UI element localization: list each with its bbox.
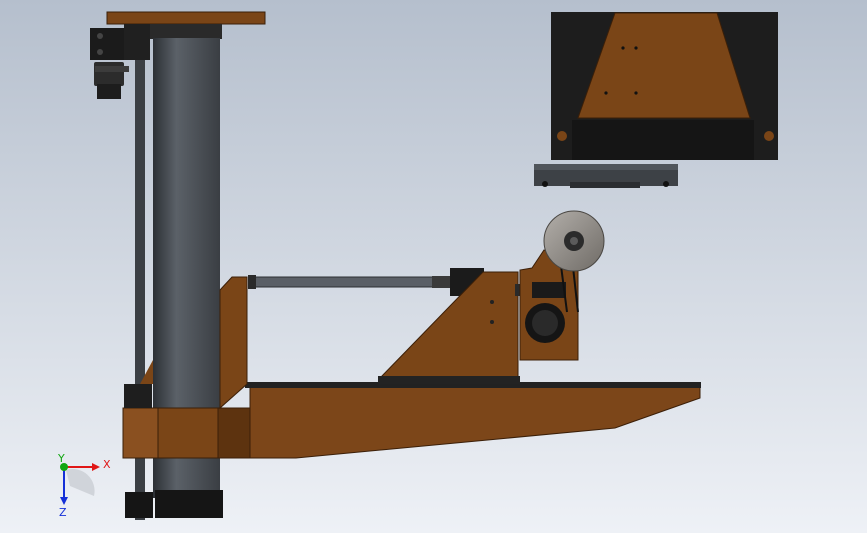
motor-flange (124, 24, 150, 60)
y-axis-label: Y (57, 452, 65, 465)
disc-spindle (570, 237, 578, 245)
bolt (490, 300, 494, 304)
bolt (490, 320, 494, 324)
tray-foot (542, 181, 548, 187)
collector-tray-top (534, 164, 678, 170)
x-axis-label: X (103, 458, 111, 471)
base-block-front (122, 407, 159, 459)
rod-base-block (125, 492, 153, 518)
rod-end-left (248, 275, 256, 289)
collector-slots (570, 182, 640, 188)
bolt (604, 91, 608, 95)
motor-body (97, 84, 121, 99)
bolt (634, 46, 638, 50)
head-motor-hub (532, 310, 558, 336)
wedge-foot (378, 376, 520, 384)
rod-coupler (432, 276, 452, 288)
base-block-dark (217, 407, 251, 459)
tray-foot (663, 181, 669, 187)
bolt (634, 91, 638, 95)
hood-wheel (764, 131, 774, 141)
base-block-mid (157, 407, 219, 459)
motor-bolt (97, 33, 103, 39)
z-axis-label: Z (59, 506, 67, 519)
hood-lower-housing (572, 120, 754, 160)
motor-fins (95, 66, 129, 72)
column-top-plate (106, 11, 266, 25)
belt-guard (532, 282, 566, 298)
slide-rod (249, 276, 436, 288)
bolt (621, 46, 625, 50)
cad-viewport[interactable]: X Y Z (0, 0, 867, 533)
column-base-ring (155, 490, 223, 518)
motor-bolt (97, 49, 103, 55)
hood-wheel (557, 131, 567, 141)
column-clamp (124, 384, 152, 408)
column-cap (148, 24, 222, 39)
gearbox (94, 62, 124, 86)
